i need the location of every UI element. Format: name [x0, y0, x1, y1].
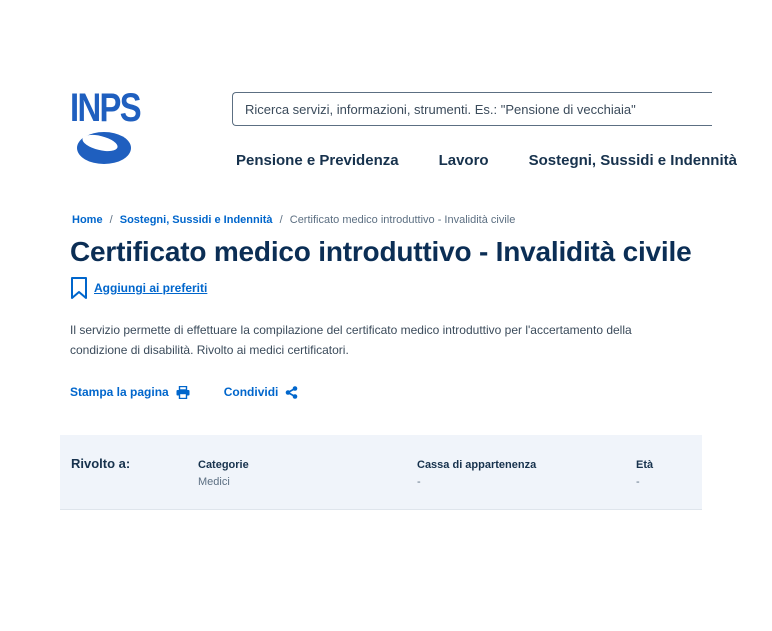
column-header: Cassa di appartenenza — [417, 459, 537, 471]
search-input[interactable]: Ricerca servizi, informazioni, strumenti… — [232, 92, 712, 126]
service-description: Il servizio permette di effettuare la co… — [70, 323, 632, 357]
audience-panel: Rivolto a: Categorie Medici Cassa di app… — [60, 435, 702, 510]
column-value: - — [417, 476, 421, 488]
nav-item-sostegni[interactable]: Sostegni, Sussidi e Indennità — [529, 152, 737, 169]
share-label: Condividi — [223, 385, 279, 399]
print-page-button[interactable]: Stampa la pagina — [70, 385, 190, 399]
audience-column-categorie: Categorie Medici — [198, 459, 249, 488]
breadcrumb-section[interactable]: Sostegni, Sussidi e Indennità — [120, 214, 273, 226]
column-header: Età — [636, 459, 654, 471]
main-nav: Pensione e Previdenza Lavoro Sostegni, S… — [236, 152, 772, 169]
breadcrumb: Home / Sostegni, Sussidi e Indennità / C… — [72, 214, 515, 226]
breadcrumb-current: Certificato medico introduttivo - Invali… — [289, 214, 516, 226]
column-value: Medici — [198, 476, 230, 488]
bookmark-icon — [71, 277, 87, 299]
page-actions: Stampa la pagina Condividi — [70, 385, 332, 399]
nav-item-pensione[interactable]: Pensione e Previdenza — [236, 152, 399, 169]
logo-text: INPS — [70, 86, 142, 130]
print-page-label: Stampa la pagina — [70, 385, 169, 399]
add-favorite-button[interactable]: Aggiungi ai preferiti — [70, 276, 207, 300]
breadcrumb-separator: / — [109, 214, 113, 226]
printer-icon — [176, 385, 190, 399]
page-title: Certificato medico introduttivo - Invali… — [70, 236, 692, 267]
nav-item-lavoro[interactable]: Lavoro — [439, 152, 489, 169]
audience-column-cassa: Cassa di appartenenza - — [417, 459, 536, 488]
column-header: Categorie — [198, 459, 249, 471]
search-placeholder: Ricerca servizi, informazioni, strumenti… — [245, 101, 636, 117]
share-button[interactable]: Condividi — [224, 385, 299, 399]
logo-swoosh-icon — [77, 132, 131, 164]
add-favorite-label: Aggiungi ai preferiti — [94, 281, 208, 295]
share-icon — [286, 385, 298, 399]
inps-logo[interactable]: INPS — [70, 86, 142, 168]
audience-label: Rivolto a: — [71, 456, 131, 471]
column-value: - — [636, 476, 640, 488]
breadcrumb-separator: / — [279, 214, 283, 226]
breadcrumb-home[interactable]: Home — [72, 214, 103, 226]
audience-column-eta: Età - — [636, 459, 653, 488]
